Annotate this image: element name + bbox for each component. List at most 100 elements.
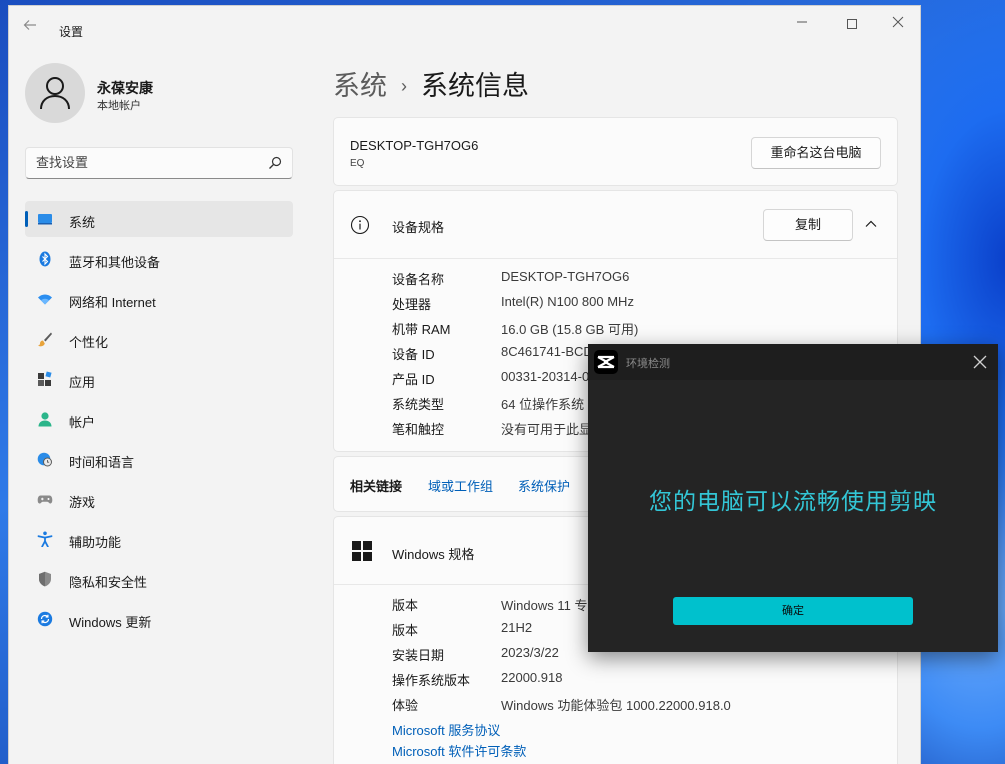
brush-icon <box>38 332 52 347</box>
spec-key: 机带 RAM <box>392 322 451 337</box>
sidebar-item-label: 时间和语言 <box>69 455 135 470</box>
sidebar-item-label: 蓝牙和其他设备 <box>69 255 161 270</box>
ok-button[interactable]: 确定 <box>673 597 913 625</box>
minimize-icon <box>797 21 807 23</box>
env-check-dialog: 环境检测 您的电脑可以流畅使用剪映 确定 <box>588 344 998 652</box>
spec-value: 没有可用于此显 <box>501 422 593 437</box>
spec-value: 21H2 <box>501 620 533 635</box>
spec-key: 设备 ID <box>392 347 435 362</box>
close-button[interactable] <box>875 12 920 34</box>
spec-value: Intel(R) N100 800 MHz <box>501 294 634 309</box>
sidebar-item-label: 游戏 <box>69 495 96 510</box>
spec-row: 操作系统版本 22000.918 <box>392 670 562 695</box>
windows-specs-title: Windows 规格 <box>392 547 475 562</box>
apps-icon <box>38 371 52 386</box>
device-specs-title: 设备规格 <box>392 220 445 235</box>
person-icon <box>40 77 70 110</box>
sidebar-item-label: 网络和 Internet <box>69 295 156 310</box>
spec-row: 版本 Windows 11 专 <box>392 595 587 620</box>
device-name: DESKTOP-TGH7OG6 <box>350 138 479 153</box>
chevron-up-icon[interactable] <box>864 217 878 231</box>
minimize-button[interactable] <box>779 12 825 34</box>
sidebar-item-accessibility[interactable]: 辅助功能 <box>25 521 293 557</box>
system-protection-link[interactable]: 系统保护 <box>518 476 570 495</box>
maximize-button[interactable] <box>829 12 875 34</box>
sidebar-item-personalization[interactable]: 个性化 <box>25 321 293 357</box>
breadcrumb-separator: › <box>401 76 407 96</box>
app-title: 设置 <box>59 25 84 39</box>
device-card: DESKTOP-TGH7OG6 EQ 重命名这台电脑 <box>333 117 898 186</box>
sidebar-item-label: 隐私和安全性 <box>69 575 148 590</box>
search-icon[interactable] <box>268 156 282 170</box>
account-icon <box>38 412 52 427</box>
dialog-title-bar: 环境检测 <box>588 344 998 380</box>
close-icon <box>892 16 904 28</box>
related-links-label: 相关链接 <box>350 479 403 494</box>
spec-row: 安装日期 2023/3/22 <box>392 645 559 670</box>
bluetooth-icon <box>39 251 51 267</box>
sidebar-item-label: 帐户 <box>69 415 96 430</box>
ms-license-terms-link[interactable]: Microsoft 软件许可条款 <box>392 741 526 762</box>
account-type: 本地帐户 <box>97 100 141 112</box>
sidebar-item-label: 系统 <box>69 215 96 230</box>
sidebar-item-privacy[interactable]: 隐私和安全性 <box>25 561 293 597</box>
sidebar-item-label: 应用 <box>69 375 96 390</box>
spec-key: 笔和触控 <box>392 422 445 437</box>
shield-icon <box>39 571 51 587</box>
sidebar-item-accounts[interactable]: 帐户 <box>25 401 293 437</box>
sidebar-item-system[interactable]: 系统 <box>25 201 293 237</box>
windows-logo-icon <box>352 541 372 561</box>
spec-key: 版本 <box>392 598 419 613</box>
page-title: 系统信息 <box>421 71 529 101</box>
user-name: 永葆安康 <box>97 80 153 96</box>
spec-key: 版本 <box>392 623 419 638</box>
spec-value: 64 位操作系统 <box>501 397 585 412</box>
dialog-title: 环境检测 <box>626 358 670 370</box>
wifi-icon <box>38 294 52 305</box>
spec-key: 系统类型 <box>392 397 445 412</box>
title-bar: 设置 <box>9 6 920 46</box>
system-icon <box>38 214 52 225</box>
sidebar-item-label: Windows 更新 <box>69 615 152 630</box>
close-icon[interactable] <box>972 354 988 370</box>
device-model: EQ <box>350 158 365 169</box>
sidebar-item-network[interactable]: 网络和 Internet <box>25 281 293 317</box>
spec-value: 22000.918 <box>501 670 563 685</box>
spec-key: 安装日期 <box>392 648 445 663</box>
spec-value: 2023/3/22 <box>501 645 559 660</box>
info-icon <box>350 215 370 235</box>
avatar[interactable] <box>25 63 85 123</box>
spec-value: Windows 功能体验包 1000.22000.918.0 <box>501 698 731 713</box>
globe-clock-icon <box>37 452 52 467</box>
spec-value: 00331-20314-0 <box>501 369 590 384</box>
search-box[interactable] <box>25 147 293 179</box>
windows-specs-list: 版本 Windows 11 专 版本 21H2 安装日期 2023/3/22 操作系统… <box>392 595 731 762</box>
spec-value: Windows 11 专 <box>501 598 588 613</box>
ms-services-agreement-link[interactable]: Microsoft 服务协议 <box>392 720 526 741</box>
device-specs-header[interactable]: 设备规格 复制 <box>334 191 897 259</box>
maximize-icon <box>847 19 857 30</box>
sidebar-item-apps[interactable]: 应用 <box>25 361 293 397</box>
search-input[interactable] <box>36 155 256 170</box>
copy-button[interactable]: 复制 <box>763 209 853 241</box>
spec-key: 操作系统版本 <box>392 673 471 688</box>
dialog-message: 您的电脑可以流畅使用剪映 <box>649 488 937 514</box>
rename-pc-button[interactable]: 重命名这台电脑 <box>751 137 881 169</box>
spec-value: 8C461741-BCD <box>501 344 593 359</box>
spec-value: 16.0 GB (15.8 GB 可用) <box>501 322 639 337</box>
domain-workgroup-link[interactable]: 域或工作组 <box>428 476 493 495</box>
accessibility-icon <box>37 531 53 547</box>
sidebar-item-label: 个性化 <box>69 335 109 350</box>
back-button[interactable] <box>23 18 43 34</box>
breadcrumb-parent[interactable]: 系统 <box>333 71 387 101</box>
spec-key: 处理器 <box>392 297 432 312</box>
spec-key: 设备名称 <box>392 272 445 287</box>
arrow-left-icon <box>23 20 36 30</box>
gamepad-icon <box>37 495 53 504</box>
spec-value: DESKTOP-TGH7OG6 <box>501 269 630 284</box>
sidebar-item-bluetooth[interactable]: 蓝牙和其他设备 <box>25 241 293 277</box>
sidebar-item-time-language[interactable]: 时间和语言 <box>25 441 293 477</box>
capcut-logo-icon <box>594 350 618 374</box>
sidebar-item-windows-update[interactable]: Windows 更新 <box>25 601 293 637</box>
sidebar-item-gaming[interactable]: 游戏 <box>25 481 293 517</box>
